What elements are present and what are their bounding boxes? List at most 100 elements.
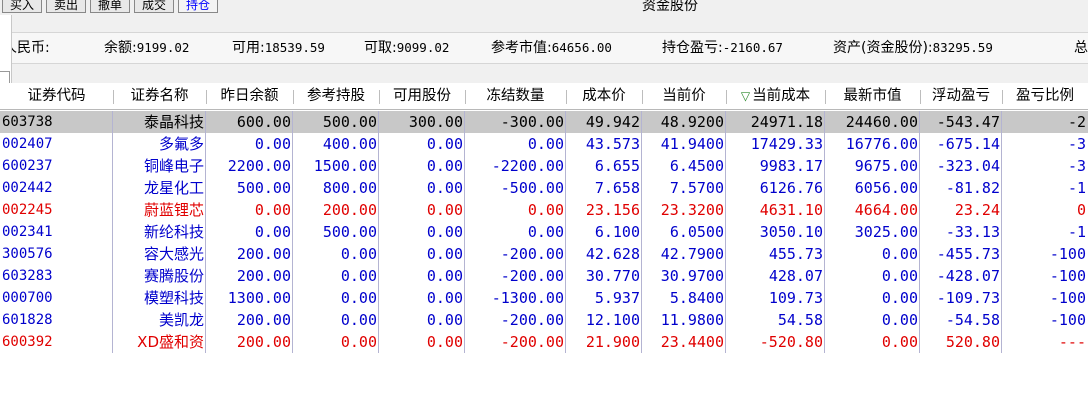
- header-separator[interactable]: [465, 90, 466, 104]
- cell-market-value: 9675.00: [854, 157, 918, 175]
- header-label: 昨日余额: [220, 88, 279, 104]
- header-separator[interactable]: [566, 90, 567, 104]
- cell-prev-balance: 0.00: [254, 223, 291, 241]
- column-gridline: [464, 111, 465, 353]
- header-frozen[interactable]: 冻结数量: [465, 83, 566, 109]
- header-separator[interactable]: [1002, 90, 1003, 104]
- header-separator[interactable]: [206, 90, 207, 104]
- cell-pnl-ratio: -1: [1067, 223, 1086, 241]
- cell-ref-holding: 0.00: [340, 245, 377, 263]
- header-separator[interactable]: [113, 90, 114, 104]
- cell-available: 0.00: [426, 245, 463, 263]
- cell-available: 0.00: [426, 157, 463, 175]
- header-label: 可用股份: [393, 88, 451, 104]
- table-row[interactable]: 603283 赛腾股份 200.00 0.00 0.00 -200.00 30.770 30.…: [0, 265, 1088, 287]
- cell-available: 300.00: [408, 113, 463, 131]
- table-row[interactable]: 600237 铜峰电子 2200.00 1500.00 0.00 -2200.00 6.65…: [0, 155, 1088, 177]
- sort-desc-icon: ▽: [740, 89, 751, 103]
- table-row[interactable]: 000700 模塑科技 1300.00 0.00 0.00 -1300.00 5.937 5.…: [0, 287, 1088, 309]
- header-separator[interactable]: [293, 90, 294, 104]
- header-separator[interactable]: [726, 90, 727, 104]
- table-row[interactable]: 601828 美凯龙 200.00 0.00 0.00 -200.00 12.100 11.9…: [0, 309, 1088, 331]
- cell-ref-holding: 200.00: [322, 201, 377, 219]
- column-gridline: [292, 111, 293, 353]
- cell-current-cost: 3050.10: [759, 223, 823, 241]
- cell-code: 603738: [2, 114, 53, 130]
- header-current-price[interactable]: 当前价: [642, 83, 726, 109]
- toolbar: 买入 卖出 撤单 成交 持仓 资金股份: [0, 0, 1088, 15]
- header-cost-price[interactable]: 成本价: [566, 83, 642, 109]
- header-label: 最新市值: [843, 88, 902, 104]
- cell-code: 600392: [2, 334, 53, 350]
- header-code[interactable]: 证券代码: [0, 83, 113, 109]
- header-name[interactable]: 证券名称: [113, 83, 206, 109]
- header-available[interactable]: 可用股份: [379, 83, 465, 109]
- header-separator[interactable]: [920, 90, 921, 104]
- cell-prev-balance: 0.00: [254, 201, 291, 219]
- cell-pnl-ratio: -2: [1067, 113, 1086, 131]
- sell-button[interactable]: 卖出: [46, 0, 86, 13]
- header-prev-balance[interactable]: 昨日余额: [206, 83, 293, 109]
- cell-floating-pnl: -33.13: [945, 223, 1000, 241]
- cell-available: 0.00: [426, 179, 463, 197]
- cell-cost-price: 7.658: [594, 179, 640, 197]
- trades-button[interactable]: 成交: [134, 0, 174, 13]
- header-label: 证券名称: [130, 88, 189, 104]
- header-label: 证券代码: [27, 88, 86, 104]
- cell-cost-price: 6.655: [594, 157, 640, 175]
- cell-name: 新纶科技: [143, 223, 204, 241]
- cell-current-price: 41.9400: [660, 135, 724, 153]
- position-pnl-field: 持仓盈亏:-2160.67: [662, 40, 783, 56]
- cell-floating-pnl: -455.73: [936, 245, 1000, 263]
- cell-prev-balance: 200.00: [236, 267, 291, 285]
- cell-name: 赛腾股份: [143, 267, 204, 285]
- header-separator[interactable]: [642, 90, 643, 104]
- cell-pnl-ratio: -100: [1049, 311, 1086, 329]
- cell-prev-balance: 200.00: [236, 245, 291, 263]
- header-ref-holding[interactable]: 参考持股: [293, 83, 379, 109]
- positions-button[interactable]: 持仓: [178, 0, 218, 13]
- cell-prev-balance: 500.00: [236, 179, 291, 197]
- buy-button[interactable]: 买入: [2, 0, 42, 13]
- table-row[interactable]: 300576 容大感光 200.00 0.00 0.00 -200.00 42.628 42.…: [0, 243, 1088, 265]
- table-row[interactable]: 002442 龙星化工 500.00 800.00 0.00 -500.00 7.658 7.…: [0, 177, 1088, 199]
- cell-cost-price: 23.156: [585, 201, 640, 219]
- cell-floating-pnl: 520.80: [945, 333, 1000, 351]
- header-separator[interactable]: [379, 90, 380, 104]
- header-floating-pnl[interactable]: 浮动盈亏: [920, 83, 1002, 109]
- header-current-cost[interactable]: ▽ 当前成本: [726, 83, 825, 109]
- table-row[interactable]: 002407 多氟多 0.00 400.00 0.00 0.00 43.573 41.9400…: [0, 133, 1088, 155]
- header-separator[interactable]: [825, 90, 826, 104]
- table-header: 证券代码 证券名称 昨日余额 参考持股 可用股份 冻结数量 成本价 当前价 ▽ 当前成本 最新市值 浮…: [0, 83, 1088, 110]
- cell-market-value: 16776.00: [845, 135, 918, 153]
- cell-frozen: -2200.00: [491, 157, 564, 175]
- header-label: 成本价: [582, 88, 626, 104]
- column-gridline: [378, 111, 379, 353]
- cell-floating-pnl: 23.24: [954, 201, 1000, 219]
- column-gridline: [824, 111, 825, 353]
- column-gridline: [641, 111, 642, 353]
- header-market-value[interactable]: 最新市值: [825, 83, 920, 109]
- cell-name: 龙星化工: [143, 179, 204, 197]
- cell-code: 002407: [2, 136, 53, 152]
- cell-current-cost: 109.73: [768, 289, 823, 307]
- column-gridline: [725, 111, 726, 353]
- table-row[interactable]: 600392 XD盛和资 200.00 0.00 0.00 -200.00 21.900 23…: [0, 331, 1088, 353]
- table-row[interactable]: 002341 新纶科技 0.00 500.00 0.00 0.00 6.100 6.0500 3…: [0, 221, 1088, 243]
- cell-pnl-ratio: -100: [1049, 289, 1086, 307]
- cell-pnl-ratio: -100: [1049, 267, 1086, 285]
- cell-current-cost: 428.07: [768, 267, 823, 285]
- cell-name: 泰晶科技: [143, 113, 204, 131]
- cell-code: 002442: [2, 180, 53, 196]
- cancel-order-button[interactable]: 撤单: [90, 0, 130, 13]
- account-summary: 人民币: 余额:9199.02 可用:18539.59 可取:9099.02 参…: [0, 15, 1088, 84]
- table-row[interactable]: 002245 蔚蓝锂芯 0.00 200.00 0.00 0.00 23.156 23.320…: [0, 199, 1088, 221]
- cell-current-cost: 455.73: [768, 245, 823, 263]
- cell-frozen: -1300.00: [491, 289, 564, 307]
- header-pnl-ratio[interactable]: 盈亏比例: [1002, 83, 1088, 109]
- cell-cost-price: 43.573: [585, 135, 640, 153]
- cell-current-cost: -520.80: [759, 333, 823, 351]
- cell-frozen: -200.00: [500, 311, 564, 329]
- cell-cost-price: 6.100: [594, 223, 640, 241]
- table-row[interactable]: 603738 泰晶科技 600.00 500.00 300.00 -300.00 49.94…: [0, 111, 1088, 133]
